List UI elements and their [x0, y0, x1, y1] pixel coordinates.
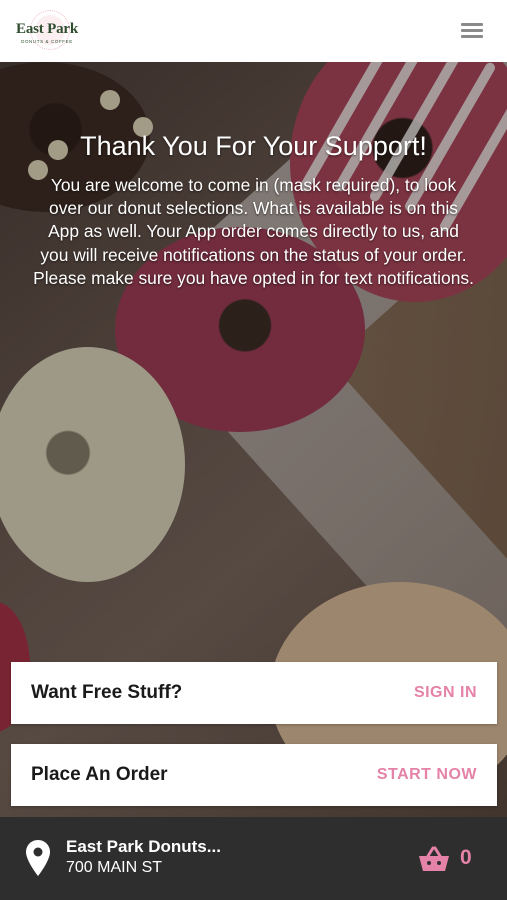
- logo-subtitle: DONUTS & COFFEE: [21, 39, 73, 44]
- cart-count: 0: [460, 846, 472, 869]
- basket-icon: [419, 846, 449, 871]
- bottom-store-bar: East Park Donuts... 700 MAIN ST 0: [0, 817, 507, 900]
- place-order-label: Place An Order: [31, 764, 168, 785]
- location-pin-icon[interactable]: [25, 839, 51, 877]
- message-line: You are welcome to come in (mask require…: [50, 175, 457, 195]
- east-park-logo[interactable]: East Park DONUTS & COFFEE: [10, 8, 82, 54]
- message-line: over our donut selections. What is avail…: [49, 198, 458, 219]
- free-stuff-label: Want Free Stuff?: [31, 682, 183, 703]
- cart-button[interactable]: 0: [418, 845, 480, 875]
- place-order-card[interactable]: Place An Order START NOW: [11, 744, 497, 806]
- message-line: Please make sure you have opted in for t…: [33, 267, 474, 288]
- message-line: App as well. Your App order comes direct…: [48, 221, 459, 242]
- free-stuff-card[interactable]: Want Free Stuff? SIGN IN: [11, 662, 497, 724]
- sign-in-button[interactable]: SIGN IN: [414, 662, 477, 724]
- support-message-body: You are welcome to come in (mask require…: [0, 174, 507, 290]
- logo-name: East Park: [16, 21, 78, 37]
- start-now-button[interactable]: START NOW: [377, 744, 477, 806]
- store-name[interactable]: East Park Donuts...: [66, 837, 221, 857]
- hamburger-menu-icon[interactable]: [459, 20, 485, 42]
- store-address[interactable]: 700 MAIN ST: [66, 859, 162, 877]
- top-header: East Park DONUTS & COFFEE: [0, 0, 507, 62]
- support-message-title: Thank You For Your Support!: [80, 131, 427, 161]
- message-line: you will receive notifications on the st…: [40, 244, 467, 265]
